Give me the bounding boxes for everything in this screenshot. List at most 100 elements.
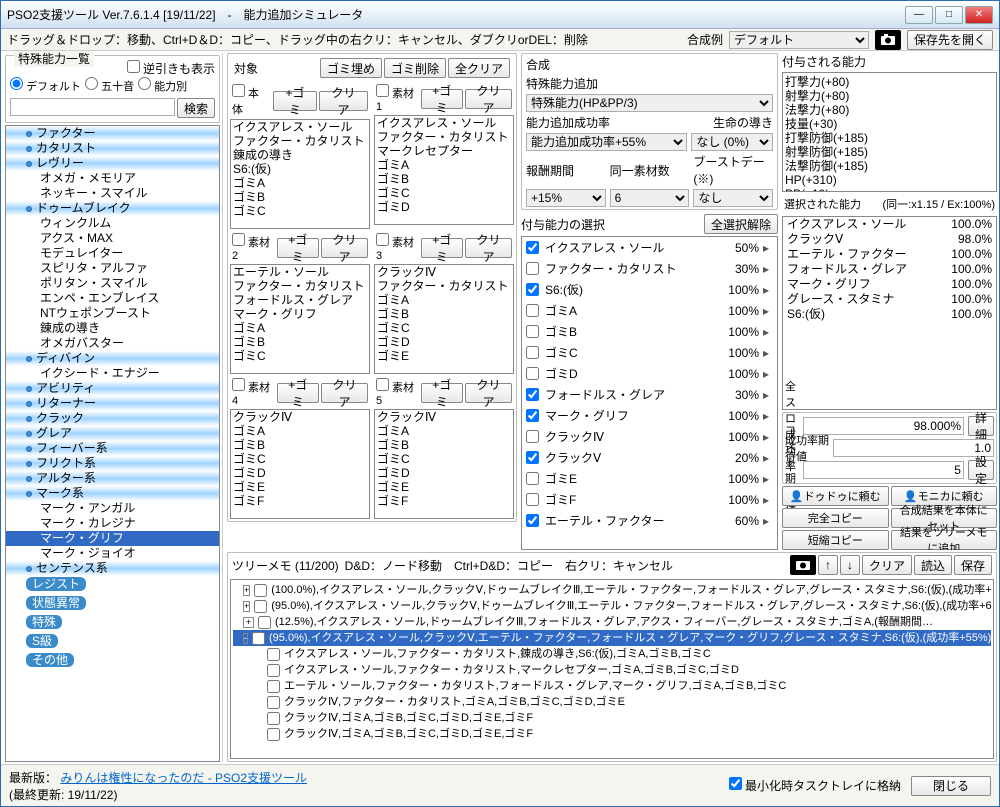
expand-icon[interactable]: + [243,601,250,612]
open-save-dest-button[interactable]: 保存先を開く [907,30,993,50]
slot-clear-button[interactable]: クリア [321,383,368,403]
ability-row[interactable]: マーク・グリフ100%▸ [522,405,777,426]
slot-add-button[interactable]: +ゴミ [421,238,463,258]
tree-item[interactable]: マーク・ジョイオ [6,546,219,561]
slot-add-button[interactable]: +ゴミ [277,383,319,403]
ability-row[interactable]: クラックⅤ20%▸ [522,447,777,468]
arrow-icon[interactable]: ▸ [759,388,773,402]
ability-tree[interactable]: ファクターカタリストレヴリーオメガ・メモリアネッキー・スマイルドゥームブレイクウ… [5,125,220,762]
tree-item[interactable]: マーク系 [6,486,219,501]
tree-item[interactable]: ウィンクルム [6,216,219,231]
fill-garbage-button[interactable]: ゴミ埋め [320,58,382,78]
arrow-icon[interactable]: ▸ [759,367,773,381]
fullcopy-button[interactable]: 完全コピー [782,508,889,528]
tree-item[interactable]: エンペ・エンブレイス [6,291,219,306]
deselect-all-button[interactable]: 全選択解除 [704,214,778,234]
tree-item[interactable]: アルター系 [6,471,219,486]
ability-row[interactable]: ファクター・カタリスト30%▸ [522,258,777,279]
slot-add-button[interactable]: +ゴミ [273,91,317,111]
tree-item[interactable]: ネッキー・スマイル [6,186,219,201]
slot-clear-button[interactable]: クリア [465,89,512,109]
config-button[interactable]: 設定 [968,460,994,480]
ability-row[interactable]: ゴミF100%▸ [522,489,777,510]
memo-down-button[interactable]: ↓ [840,555,860,575]
arrow-icon[interactable]: ▸ [759,283,773,297]
sort-default-radio[interactable]: デフォルト [10,77,81,94]
memo-clear-button[interactable]: クリア [862,555,912,575]
memo-line[interactable]: +(12.5%),イクスアレス・ソール,ドゥームブレイクⅢ,フォードルス・グレア… [233,614,991,630]
tree-item[interactable]: マーク・カレジナ [6,516,219,531]
sort-kana-radio[interactable]: 五十音 [85,77,134,94]
close-app-button[interactable]: 閉じる [911,776,991,796]
tree-item[interactable]: リターナー [6,396,219,411]
tree-item[interactable]: ポリタン・スマイル [6,276,219,291]
tree-item[interactable]: オメガ・メモリア [6,171,219,186]
memo-line[interactable]: -(95.0%),イクスアレス・ソール,クラックⅤ,エーテル・ファクター,フォー… [233,630,991,646]
arrow-icon[interactable]: ▸ [759,514,773,528]
sort-ability-radio[interactable]: 能力別 [138,77,187,94]
preset-select[interactable]: デフォルト [729,31,869,49]
tree-item[interactable]: 錬成の導き [6,321,219,336]
reverse-checkbox[interactable]: 逆引きも表示 [127,62,215,76]
tree-item[interactable]: アクス・MAX [6,231,219,246]
slot-clear-button[interactable]: クリア [465,383,512,403]
shortcopy-button[interactable]: 短縮コピー [782,530,889,550]
slot-clear-button[interactable]: クリア [321,238,368,258]
arrow-icon[interactable]: ▸ [759,409,773,423]
slot-clear-button[interactable]: クリア [319,91,368,111]
arrow-icon[interactable]: ▸ [759,451,773,465]
slot-list[interactable]: エーテル・ソールファクター・カタリストフォードルス・グレアマーク・グリフゴミAゴ… [230,264,370,374]
bonus-select[interactable]: +15% [526,189,606,207]
tree-item[interactable]: NTウェポンブースト [6,306,219,321]
memo-line[interactable]: イクスアレス・ソール,ファクター・カタリスト,マークレセプター,ゴミA,ゴミB,… [233,662,991,678]
slot-list[interactable]: クラックⅣゴミAゴミBゴミCゴミDゴミEゴミF [230,409,370,519]
memo-camera-icon[interactable] [790,555,816,575]
memo-line[interactable]: クラックⅣ,ゴミA,ゴミB,ゴミC,ゴミD,ゴミE,ゴミF [233,710,991,726]
close-button[interactable]: ✕ [965,6,993,24]
slot-list[interactable]: イクスアレス・ソールファクター・カタリスト錬成の導きS6:(仮)ゴミAゴミBゴミ… [230,119,370,229]
tree-item[interactable]: フリクト系 [6,456,219,471]
maximize-button[interactable]: □ [935,6,963,24]
latest-link[interactable]: みりんは権性になったのだ - PSO2支援ツール [60,771,307,785]
arrow-icon[interactable]: ▸ [759,262,773,276]
slot-list[interactable]: イクスアレス・ソールファクター・カタリストマークレセプターゴミAゴミBゴミCゴミ… [374,115,514,225]
arrow-icon[interactable]: ▸ [759,241,773,255]
tree-item[interactable]: カタリスト [6,141,219,156]
tree-item[interactable]: アビリティ [6,381,219,396]
ability-row[interactable]: イクスアレス・ソール50%▸ [522,237,777,258]
memo-tree[interactable]: +(100.0%),イクスアレス・ソール,クラックⅤ,ドゥームブレイクⅢ,エーテ… [230,579,994,759]
tree-item[interactable]: スピリタ・アルファ [6,261,219,276]
tree-item[interactable]: ディバイン [6,351,219,366]
memo-line[interactable]: クラックⅣ,ファクター・カタリスト,ゴミA,ゴミB,ゴミC,ゴミD,ゴミE [233,694,991,710]
special-add-select[interactable]: 特殊能力(HP&PP/3) [526,94,773,112]
arrow-icon[interactable]: ▸ [759,430,773,444]
memo-line[interactable]: +(95.0%),イクスアレス・ソール,クラックⅤ,ドゥームブレイクⅢ,エーテル… [233,598,991,614]
boostday-select[interactable]: なし [693,189,773,207]
expand-icon[interactable]: + [243,585,250,596]
clear-all-button[interactable]: 全クリア [448,58,510,78]
rate-select[interactable]: 能力追加成功率+55% [526,133,687,151]
tree-item[interactable]: センテンス系 [6,561,219,576]
treeadd-button[interactable]: 結果をツリーメモに追加 [891,530,998,550]
arrow-icon[interactable]: ▸ [759,346,773,360]
slot-add-button[interactable]: +ゴミ [421,89,463,109]
memo-line[interactable]: +(100.0%),イクスアレス・ソール,クラックⅤ,ドゥームブレイクⅢ,エーテ… [233,582,991,598]
slot-add-button[interactable]: +ゴミ [421,383,463,403]
memo-line[interactable]: イクスアレス・ソール,ファクター・カタリスト,錬成の導き,S6:(仮),ゴミA,… [233,646,991,662]
detail-button[interactable]: 詳細 [968,416,994,436]
ability-row[interactable]: ゴミD100%▸ [522,363,777,384]
memo-line[interactable]: エーテル・ソール,ファクター・カタリスト,フォードルス・グレア,マーク・グリフ,… [233,678,991,694]
ability-grant-list[interactable]: イクスアレス・ソール50%▸ファクター・カタリスト30%▸S6:(仮)100%▸… [521,236,778,550]
ability-row[interactable]: エーテル・ファクター60%▸ [522,510,777,531]
tree-item[interactable]: オメガバスター [6,336,219,351]
arrow-icon[interactable]: ▸ [759,304,773,318]
tray-checkbox[interactable]: 最小化時タスクトレイに格納 [729,777,901,794]
memo-save-button[interactable]: 保存 [954,555,992,575]
tree-item[interactable]: マーク・アンガル [6,501,219,516]
arrow-icon[interactable]: ▸ [759,325,773,339]
memo-load-button[interactable]: 読込 [914,555,952,575]
slot-add-button[interactable]: +ゴミ [277,238,319,258]
ability-row[interactable]: クラックⅣ100%▸ [522,426,777,447]
ability-row[interactable]: ゴミC100%▸ [522,342,777,363]
tree-item[interactable]: フィーバー系 [6,441,219,456]
